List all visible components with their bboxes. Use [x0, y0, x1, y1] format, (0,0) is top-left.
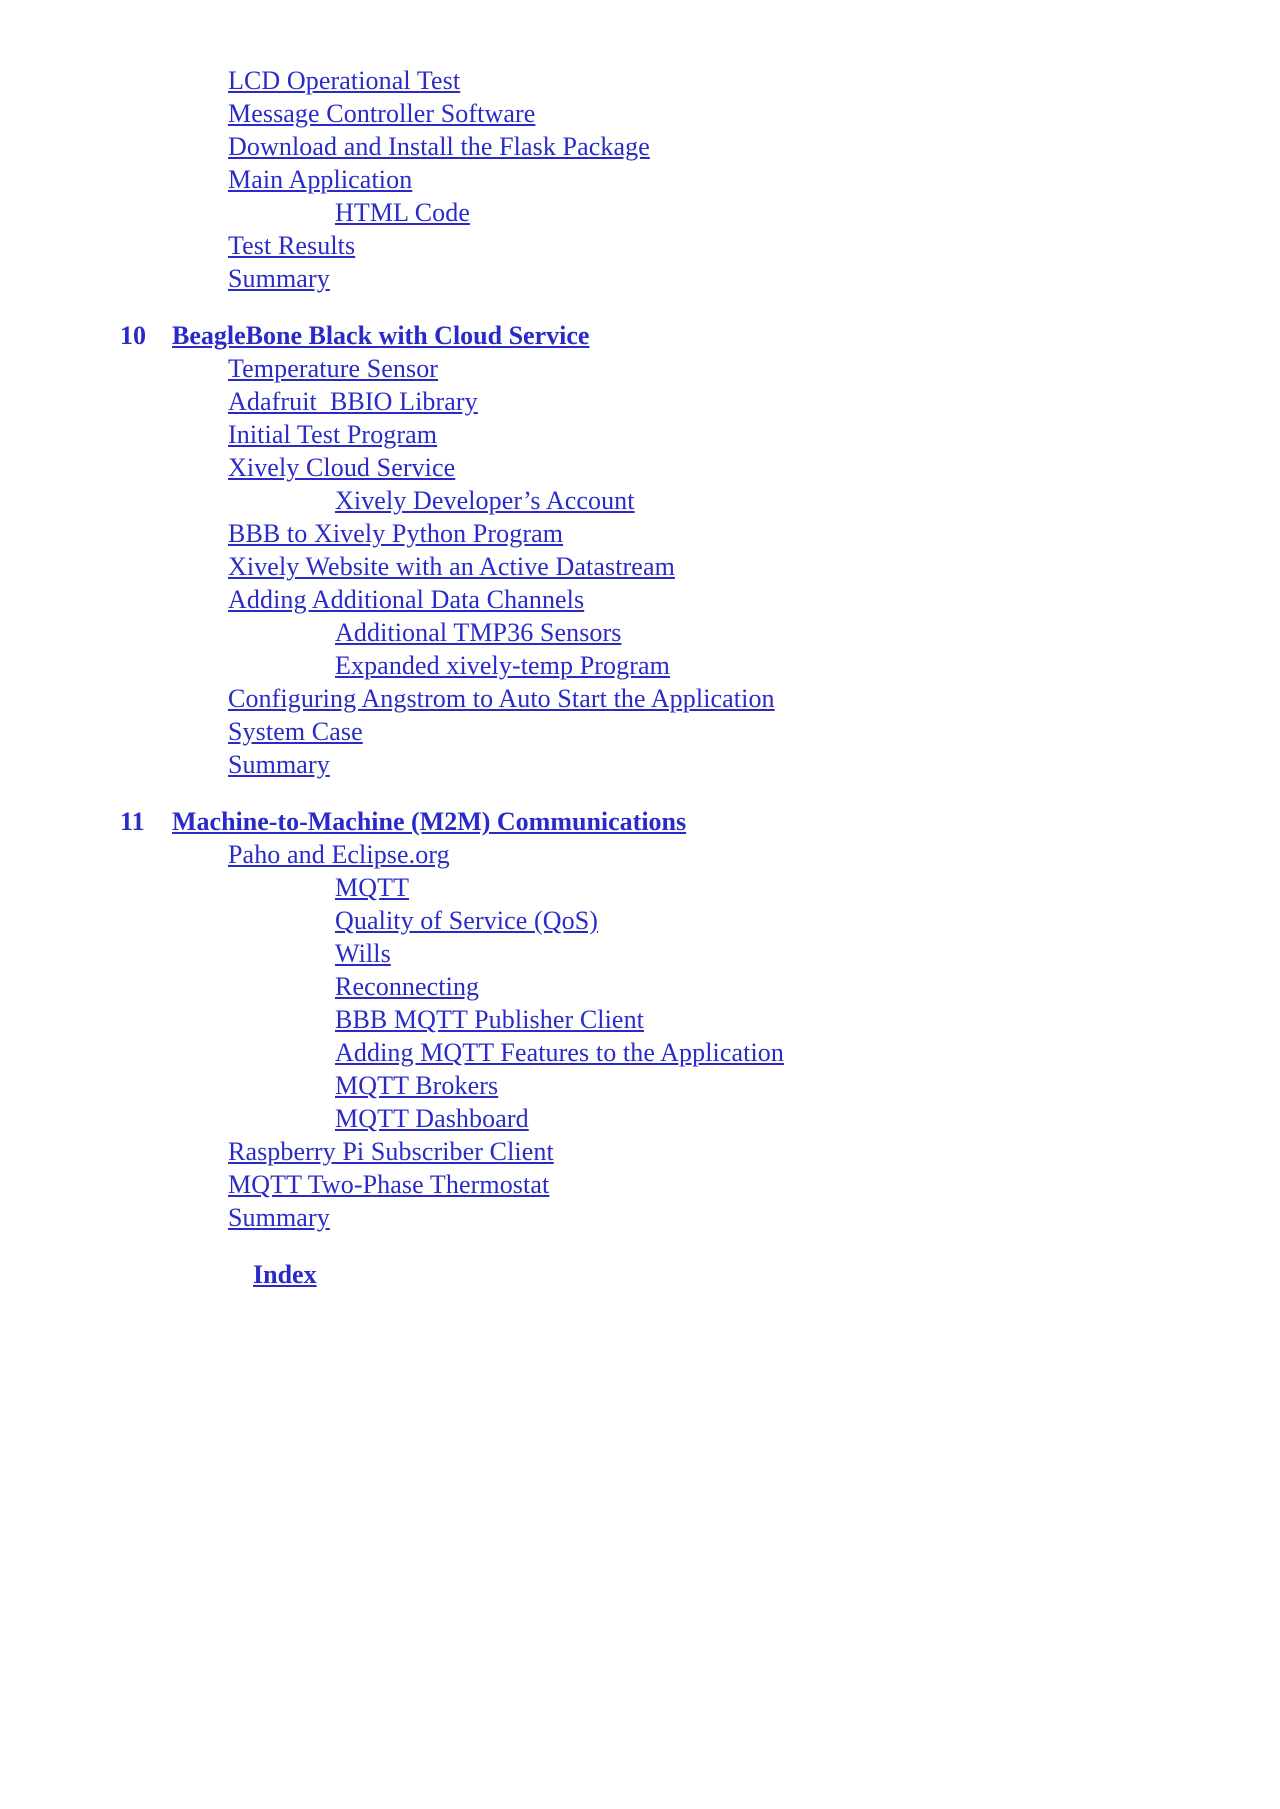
chapter-title: BeagleBone Black with Cloud Service — [172, 321, 590, 350]
toc-entry-level2[interactable]: Wills — [0, 937, 1280, 970]
section-gap — [0, 1234, 1280, 1258]
toc-entry-level1[interactable]: Summary — [0, 1201, 1280, 1234]
chapter-title: Machine-to-Machine (M2M) Communications — [172, 807, 687, 836]
toc-entry-level1[interactable]: System Case — [0, 715, 1280, 748]
toc-entry-level2[interactable]: Additional TMP36 Sensors — [0, 616, 1280, 649]
toc-entry-level2[interactable]: MQTT Brokers — [0, 1069, 1280, 1102]
toc-entry-level1[interactable]: Paho and Eclipse.org — [0, 838, 1280, 871]
toc-entry-level1[interactable]: MQTT Two-Phase Thermostat — [0, 1168, 1280, 1201]
toc-entry-level1[interactable]: Xively Website with an Active Datastream — [0, 550, 1280, 583]
chapter-number: 10 — [120, 321, 146, 350]
table-of-contents: LCD Operational Test Message Controller S… — [0, 64, 1280, 1291]
toc-index-link[interactable]: Index — [0, 1258, 1280, 1291]
toc-entry-level1[interactable]: LCD Operational Test — [0, 64, 1280, 97]
toc-chapter-link[interactable]: 11 Machine-to-Machine (M2M) Communication… — [0, 807, 686, 836]
toc-entry-level2[interactable]: MQTT — [0, 871, 1280, 904]
toc-entry-level2[interactable]: HTML Code — [0, 196, 1280, 229]
toc-entry-level1[interactable]: Summary — [0, 748, 1280, 781]
toc-entry-level1[interactable]: Adafruit_BBIO Library — [0, 385, 1280, 418]
toc-entry-level1[interactable]: Initial Test Program — [0, 418, 1280, 451]
toc-entry-level2[interactable]: Quality of Service (QoS) — [0, 904, 1280, 937]
toc-entry-level1[interactable]: Message Controller Software — [0, 97, 1280, 130]
toc-entry-level1[interactable]: Configuring Angstrom to Auto Start the A… — [0, 682, 1280, 715]
toc-entry-level2[interactable]: Reconnecting — [0, 970, 1280, 1003]
toc-entry-level1[interactable]: Raspberry Pi Subscriber Client — [0, 1135, 1280, 1168]
toc-entry-level1[interactable]: Download and Install the Flask Package — [0, 130, 1280, 163]
toc-entry-level2[interactable]: Adding MQTT Features to the Application — [0, 1036, 1280, 1069]
toc-entry-level1[interactable]: Xively Cloud Service — [0, 451, 1280, 484]
toc-entry-level1[interactable]: Test Results — [0, 229, 1280, 262]
toc-entry-level2[interactable]: MQTT Dashboard — [0, 1102, 1280, 1135]
section-gap — [0, 295, 1280, 319]
toc-entry-level1[interactable]: Temperature Sensor — [0, 352, 1280, 385]
toc-chapter-link[interactable]: 10 BeagleBone Black with Cloud Service — [0, 321, 589, 350]
toc-entry-level1[interactable]: BBB to Xively Python Program — [0, 517, 1280, 550]
section-gap — [0, 781, 1280, 805]
toc-entry-level2[interactable]: BBB MQTT Publisher Client — [0, 1003, 1280, 1036]
toc-entry-level1[interactable]: Main Application — [0, 163, 1280, 196]
toc-entry-level2[interactable]: Xively Developer’s Account — [0, 484, 1280, 517]
toc-entry-level1[interactable]: Summary — [0, 262, 1280, 295]
chapter-number: 11 — [120, 807, 145, 836]
toc-entry-level1[interactable]: Adding Additional Data Channels — [0, 583, 1280, 616]
toc-entry-level2[interactable]: Expanded xively-temp Program — [0, 649, 1280, 682]
document-page: LCD Operational Test Message Controller S… — [0, 0, 1280, 1809]
